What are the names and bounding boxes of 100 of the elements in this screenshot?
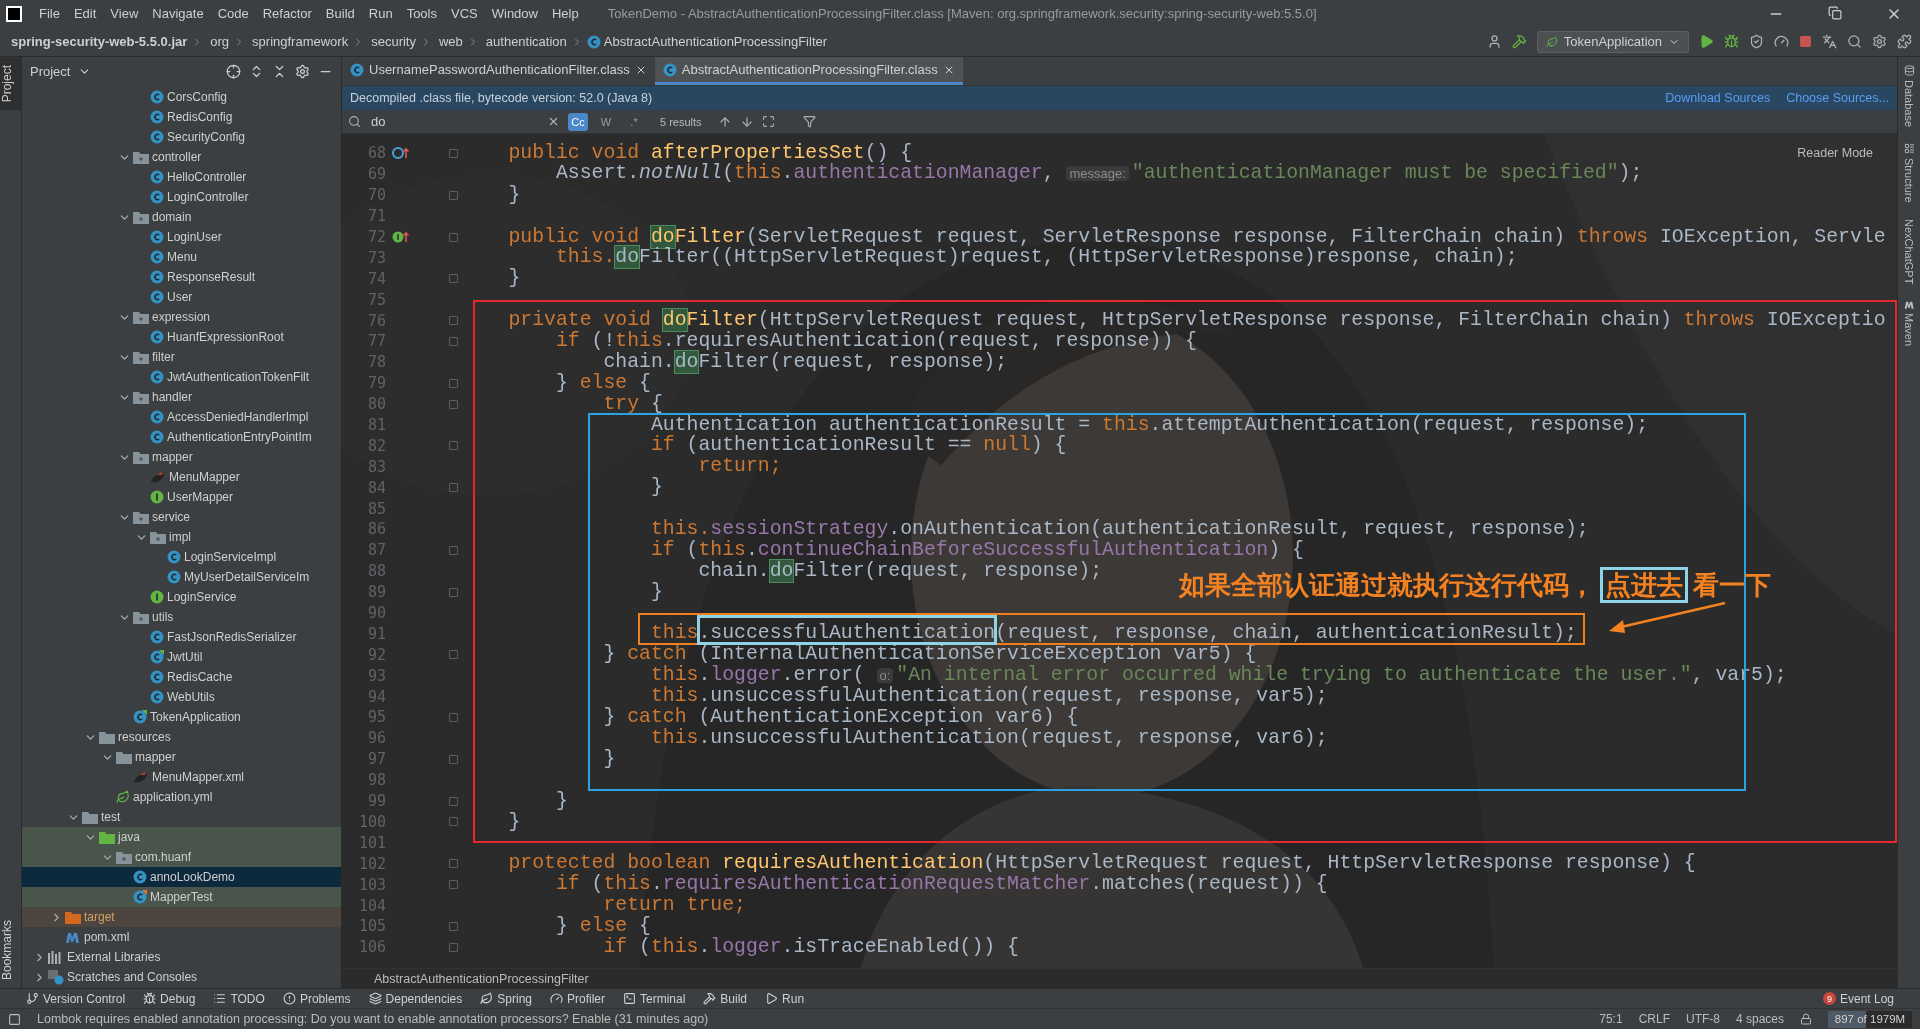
fold-marker[interactable] — [449, 796, 458, 806]
tree-item[interactable]: User — [22, 287, 341, 307]
fold-marker[interactable] — [449, 336, 458, 346]
tree-item[interactable]: test — [22, 807, 341, 827]
breadcrumb-item[interactable]: springframework — [252, 34, 349, 49]
tree-item[interactable]: JwtUtil — [22, 647, 341, 667]
fold-marker[interactable] — [449, 713, 458, 722]
translate-icon[interactable] — [1822, 34, 1837, 49]
tree-item[interactable]: controller — [22, 147, 341, 167]
tree-item[interactable]: handler — [22, 387, 341, 407]
search-option-toggle[interactable]: W — [596, 112, 616, 131]
tree-item[interactable]: mapper — [22, 447, 341, 467]
tree-item[interactable]: service — [22, 507, 341, 527]
top-bar-command[interactable]: View — [103, 6, 146, 21]
puzzle-icon[interactable] — [1897, 34, 1912, 49]
stop-icon[interactable] — [1799, 35, 1812, 48]
tree-item[interactable]: Scratches and Consoles — [22, 967, 341, 987]
tool-window-tab[interactable]: Bookmarks — [0, 911, 21, 988]
fold-marker[interactable] — [449, 942, 458, 952]
fold-marker[interactable] — [449, 316, 458, 326]
search-field[interactable]: do — [369, 113, 509, 130]
tree-item[interactable]: java — [22, 827, 341, 847]
tab-label[interactable]: AbstractAuthenticationProcessingFilter.class — [681, 62, 938, 77]
fold-marker[interactable] — [449, 148, 458, 158]
line-separator[interactable]: CRLF — [1638, 1012, 1670, 1026]
tool-window-button[interactable]: TODO — [213, 991, 265, 1006]
tree-item[interactable]: impl — [22, 527, 341, 547]
tool-window-button[interactable]: Run — [765, 991, 805, 1006]
tab-label[interactable]: UsernamePasswordAuthenticationFilter.class — [369, 62, 630, 77]
override-icon[interactable] — [392, 146, 410, 161]
caret-position[interactable]: 75:1 — [1599, 1012, 1623, 1026]
tree-item[interactable]: AccessDeniedHandlerImpl — [22, 407, 341, 427]
crosshair-icon[interactable] — [226, 63, 241, 79]
tree-item[interactable]: filter — [22, 347, 341, 367]
tool-window-button[interactable]: Profiler — [550, 991, 605, 1006]
tree-item[interactable]: pom.xml — [22, 927, 341, 947]
breadcrumb-item[interactable]: security — [371, 34, 416, 49]
top-bar-command[interactable]: Build — [318, 6, 362, 21]
fold-marker[interactable] — [449, 274, 458, 284]
fold-marker[interactable] — [449, 650, 458, 660]
tree-item[interactable]: FastJsonRedisSerializer — [22, 627, 341, 647]
tree-item[interactable]: utils — [22, 607, 341, 627]
top-bar-command[interactable]: Window — [484, 6, 545, 21]
tree-item[interactable]: LoginService — [22, 587, 341, 607]
top-bar-command[interactable]: Run — [361, 6, 400, 21]
tree-item[interactable]: JwtAuthenticationTokenFilt — [22, 367, 341, 387]
tree-item[interactable]: MenuMapper — [22, 467, 341, 487]
implements-icon[interactable] — [392, 230, 410, 244]
fold-marker[interactable] — [449, 483, 458, 493]
tree-item[interactable]: ResponseResult — [22, 267, 341, 287]
tree-item[interactable]: RedisConfig — [22, 107, 341, 127]
fold-marker[interactable] — [449, 441, 458, 451]
lock-icon[interactable] — [1800, 1013, 1812, 1025]
tree-item[interactable]: com.huanf — [22, 847, 341, 867]
tool-window-tab[interactable]: Project — [0, 57, 21, 111]
filter-icon[interactable] — [802, 115, 816, 128]
fold-marker[interactable] — [449, 399, 458, 409]
tree-item[interactable]: HelloController — [22, 167, 341, 187]
tool-window-button[interactable]: Build — [703, 991, 748, 1006]
breadcrumb-item[interactable]: authentication — [485, 34, 567, 49]
top-bar-command[interactable]: Help — [544, 6, 586, 21]
tree-item[interactable]: RedisCache — [22, 667, 341, 687]
encoding[interactable]: UTF-8 — [1685, 1012, 1720, 1026]
tree-item[interactable]: LoginUser — [22, 227, 341, 247]
tool-window-button[interactable]: Dependencies — [368, 991, 463, 1006]
tree-item[interactable]: UserMapper — [22, 487, 341, 507]
tree-item[interactable]: WebUtils — [22, 687, 341, 707]
gauge-icon[interactable] — [1774, 34, 1789, 49]
fold-marker[interactable] — [449, 859, 458, 869]
tree-item[interactable]: MapperTest — [22, 887, 341, 907]
clear-icon[interactable] — [547, 115, 560, 128]
top-bar-command[interactable]: Navigate — [145, 6, 211, 21]
tree-item[interactable]: CorsConfig — [22, 87, 341, 107]
editor-tab[interactable]: AbstractAuthenticationProcessingFilter.class — [654, 57, 963, 85]
top-bar-command[interactable]: Tools — [399, 6, 444, 21]
window-icon[interactable] — [761, 115, 775, 128]
bug-icon[interactable] — [1724, 34, 1739, 49]
fold-marker[interactable] — [449, 754, 458, 764]
fold-marker[interactable] — [449, 232, 458, 242]
fold-marker[interactable] — [449, 190, 458, 200]
hammer-icon[interactable] — [1511, 34, 1527, 49]
tool-window-button[interactable]: Spring — [480, 991, 532, 1006]
banner-link[interactable]: Download Sources — [1665, 91, 1771, 105]
restore-icon[interactable] — [1828, 5, 1842, 20]
fold-marker[interactable] — [449, 378, 458, 388]
fold-marker[interactable] — [449, 921, 458, 931]
search-option-toggle[interactable]: Cc — [568, 112, 588, 131]
panel-title[interactable]: Project — [30, 63, 71, 79]
tree-item[interactable]: AuthenticationEntryPointIm — [22, 427, 341, 447]
breadcrumb-item[interactable]: AbstractAuthenticationProcessingFilter — [603, 34, 828, 49]
tree-item[interactable]: LoginController — [22, 187, 341, 207]
breadcrumb-item[interactable]: spring-security-web-5.5.0.jar — [11, 34, 188, 49]
tree-item[interactable]: MyUserDetailServiceIm — [22, 567, 341, 587]
tree-item[interactable]: TokenApplication — [22, 707, 341, 727]
tree-item[interactable]: mapper — [22, 747, 341, 767]
tool-window-button[interactable]: Problems — [282, 991, 351, 1006]
status-icon[interactable] — [8, 1012, 21, 1026]
fold-marker[interactable] — [449, 880, 458, 890]
user-icon[interactable] — [1486, 34, 1502, 49]
tool-window-tab[interactable]: Structure — [1903, 135, 1915, 211]
